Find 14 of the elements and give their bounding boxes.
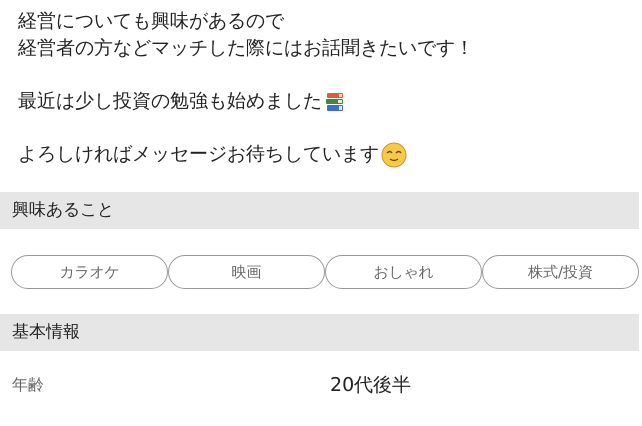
books-icon	[324, 90, 346, 112]
smiling-face-icon	[381, 142, 407, 168]
intro-text: 最近は少し投資の勉強も始めました	[18, 89, 322, 114]
section-header: 基本情報	[0, 314, 639, 351]
interest-tag: 映画	[168, 255, 325, 289]
info-label: 年齢	[12, 374, 45, 396]
interest-tag: 株式/投資	[482, 255, 639, 289]
info-value: 20代後半	[330, 373, 412, 398]
intro-text: 経営者の方などマッチした際にはお話聞きたいです！	[18, 36, 474, 61]
interest-tag: おしゃれ	[325, 255, 482, 289]
interest-tag: カラオケ	[11, 255, 168, 289]
section-header: 興味あること	[0, 192, 639, 229]
intro-text: 経営についても興味があるので	[18, 9, 284, 34]
intro-text: よろしければメッセージお待ちしています	[18, 142, 379, 167]
